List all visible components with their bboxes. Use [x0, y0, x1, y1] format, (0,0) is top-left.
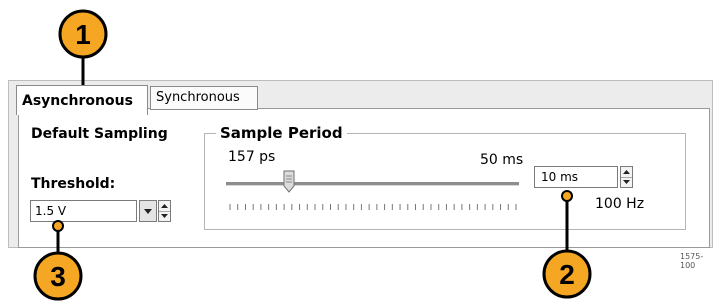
callout-2-dot [561, 190, 573, 202]
callout-layer: 1 2 3 [33, 9, 592, 301]
callout-2-number: 2 [559, 259, 575, 290]
callout-3-number: 3 [50, 261, 66, 292]
figure-id: 1575-100 [680, 252, 704, 270]
tab-asynchronous[interactable]: Asynchronous [16, 85, 148, 115]
callout-3-dot [52, 220, 64, 232]
callout-1-number: 1 [75, 19, 91, 50]
